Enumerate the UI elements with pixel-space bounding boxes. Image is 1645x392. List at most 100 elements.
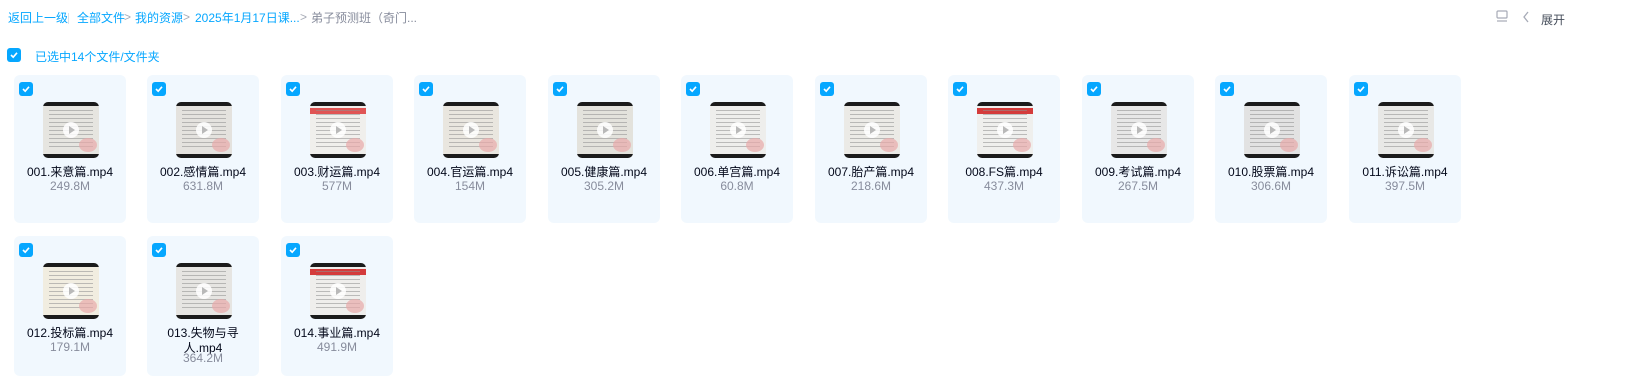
select-all-checkbox[interactable]: [7, 48, 21, 62]
file-name[interactable]: 010.股票篇.mp4: [1215, 165, 1327, 180]
video-thumbnail[interactable]: [710, 102, 766, 158]
file-card[interactable]: 007.胎产篇.mp4 218.6M: [815, 75, 927, 223]
file-name[interactable]: 004.官运篇.mp4: [414, 165, 526, 180]
breadcrumb-divider: [68, 13, 69, 24]
file-name[interactable]: 006.单宫篇.mp4: [681, 165, 793, 180]
play-icon: [330, 122, 346, 138]
checkbox-checked-icon: [823, 86, 831, 93]
file-name[interactable]: 001.来意篇.mp4: [14, 165, 126, 180]
file-checkbox[interactable]: [19, 82, 33, 96]
file-card[interactable]: 004.官运篇.mp4 154M: [414, 75, 526, 223]
video-thumbnail[interactable]: [577, 102, 633, 158]
file-checkbox[interactable]: [686, 82, 700, 96]
back-link[interactable]: 返回上一级: [8, 11, 68, 25]
chevron-left-icon[interactable]: [1521, 10, 1531, 29]
video-thumbnail[interactable]: [977, 102, 1033, 158]
file-size: 306.6M: [1250, 179, 1292, 193]
file-card[interactable]: 006.单宫篇.mp4 60.8M: [681, 75, 793, 223]
thumb-decoration: [212, 138, 230, 152]
thumb-bar: [176, 263, 232, 267]
breadcrumb-separator-icon: >: [124, 10, 132, 24]
selection-bar: [0, 44, 1645, 68]
file-checkbox[interactable]: [1220, 82, 1234, 96]
checkbox-checked-icon: [556, 86, 564, 93]
breadcrumb-item-all-files[interactable]: 全部文件: [77, 11, 125, 25]
file-name[interactable]: 014.事业篇.mp4: [281, 326, 393, 341]
play-icon: [1398, 122, 1414, 138]
thumb-bar: [577, 102, 633, 106]
file-card[interactable]: 008.FS篇.mp4 437.3M: [948, 75, 1060, 223]
file-size: 267.5M: [1117, 179, 1159, 193]
file-checkbox[interactable]: [820, 82, 834, 96]
thumb-bar: [710, 154, 766, 158]
file-name[interactable]: 011.诉讼篇.mp4: [1349, 165, 1461, 180]
video-thumbnail[interactable]: [1378, 102, 1434, 158]
file-checkbox[interactable]: [19, 243, 33, 257]
file-size: 179.1M: [49, 340, 91, 354]
file-checkbox[interactable]: [553, 82, 567, 96]
video-thumbnail[interactable]: [443, 102, 499, 158]
video-thumbnail[interactable]: [310, 102, 366, 158]
file-size: 437.3M: [983, 179, 1025, 193]
file-card[interactable]: 003.财运篇.mp4 577M: [281, 75, 393, 223]
thumb-decoration: [1414, 138, 1432, 152]
file-name[interactable]: 005.健康篇.mp4: [548, 165, 660, 180]
video-thumbnail[interactable]: [43, 263, 99, 319]
file-checkbox[interactable]: [286, 243, 300, 257]
file-name[interactable]: 012.投标篇.mp4: [14, 326, 126, 341]
checkbox-checked-icon: [155, 86, 163, 93]
video-thumbnail[interactable]: [1111, 102, 1167, 158]
file-size: 249.8M: [49, 179, 91, 193]
file-card[interactable]: 010.股票篇.mp4 306.6M: [1215, 75, 1327, 223]
file-checkbox[interactable]: [419, 82, 433, 96]
file-size: 577M: [321, 179, 353, 193]
play-icon: [997, 122, 1013, 138]
thumb-bar: [1378, 154, 1434, 158]
thumb-bar: [710, 102, 766, 106]
thumb-bar: [43, 315, 99, 319]
video-thumbnail[interactable]: [1244, 102, 1300, 158]
breadcrumb-separator-icon: >: [300, 10, 308, 24]
file-checkbox[interactable]: [152, 243, 166, 257]
thumb-bar: [443, 154, 499, 158]
video-thumbnail[interactable]: [176, 263, 232, 319]
checkbox-checked-icon: [1357, 86, 1365, 93]
video-thumbnail[interactable]: [176, 102, 232, 158]
file-name[interactable]: 009.考试篇.mp4: [1082, 165, 1194, 180]
file-card[interactable]: 002.感情篇.mp4 631.8M: [147, 75, 259, 223]
file-name[interactable]: 007.胎产篇.mp4: [815, 165, 927, 180]
file-name[interactable]: 002.感情篇.mp4: [147, 165, 259, 180]
thumb-decoration: [479, 138, 497, 152]
thumb-bar: [844, 102, 900, 106]
file-card[interactable]: 005.健康篇.mp4 305.2M: [548, 75, 660, 223]
checkbox-checked-icon: [289, 86, 297, 93]
file-checkbox[interactable]: [152, 82, 166, 96]
file-checkbox[interactable]: [1354, 82, 1368, 96]
thumb-bar: [176, 315, 232, 319]
checkbox-checked-icon: [10, 52, 18, 59]
file-card[interactable]: 014.事业篇.mp4 491.9M: [281, 236, 393, 376]
breadcrumb-item-my-resources[interactable]: 我的资源: [135, 11, 183, 25]
file-checkbox[interactable]: [953, 82, 967, 96]
file-size: 60.8M: [720, 179, 754, 193]
file-card[interactable]: 009.考试篇.mp4 267.5M: [1082, 75, 1194, 223]
file-name[interactable]: 003.财运篇.mp4: [281, 165, 393, 180]
file-card[interactable]: 001.来意篇.mp4 249.8M: [14, 75, 126, 223]
video-thumbnail[interactable]: [43, 102, 99, 158]
file-checkbox[interactable]: [1087, 82, 1101, 96]
file-card[interactable]: 011.诉讼篇.mp4 397.5M: [1349, 75, 1461, 223]
file-size: 491.9M: [316, 340, 358, 354]
expand-button[interactable]: 展开: [1541, 11, 1565, 28]
file-checkbox[interactable]: [286, 82, 300, 96]
thumb-bar: [443, 102, 499, 106]
breadcrumb-item-course-folder[interactable]: 2025年1月17日课...: [195, 11, 300, 25]
file-card[interactable]: 013.失物与寻人.mp4 364.2M: [147, 236, 259, 376]
video-thumbnail[interactable]: [844, 102, 900, 158]
file-name[interactable]: 008.FS篇.mp4: [948, 165, 1060, 180]
file-size: 364.2M: [182, 351, 224, 365]
breadcrumb-separator-icon: >: [183, 10, 191, 24]
file-card[interactable]: 012.投标篇.mp4 179.1M: [14, 236, 126, 376]
video-thumbnail[interactable]: [310, 263, 366, 319]
play-icon: [463, 122, 479, 138]
list-view-icon[interactable]: [1496, 9, 1508, 28]
